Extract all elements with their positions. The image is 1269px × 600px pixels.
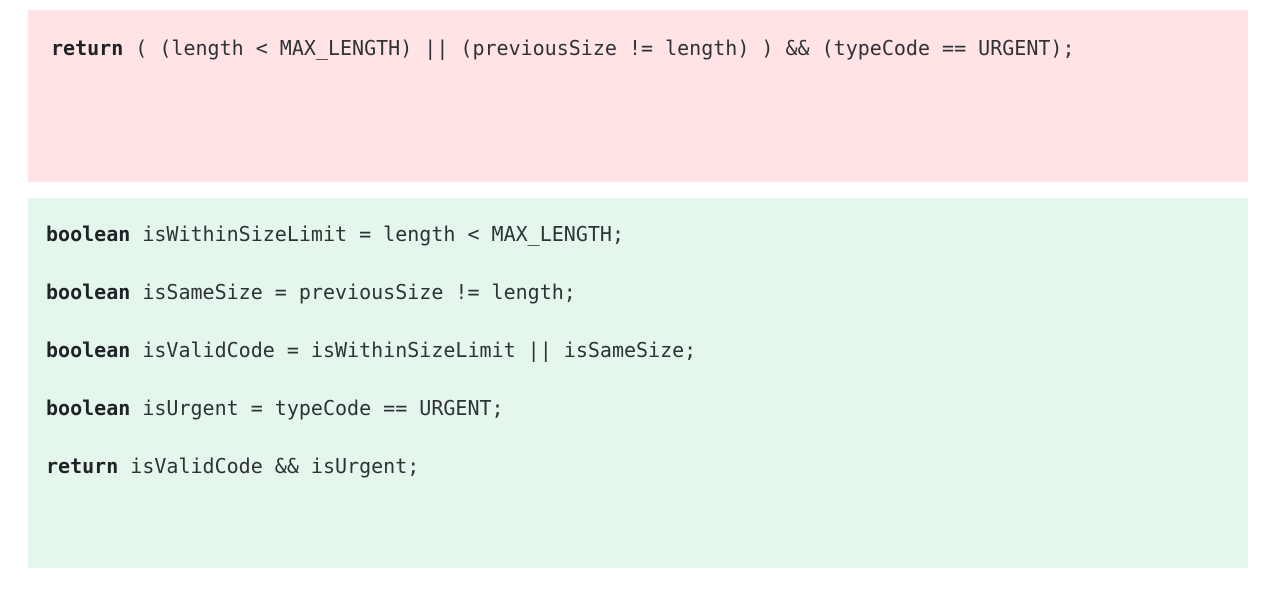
code-keyword: boolean (46, 222, 131, 246)
code-line: boolean isWithinSizeLimit = length < MAX… (46, 220, 1248, 248)
code-keyword: boolean (46, 396, 131, 420)
code-line: return isValidCode && isUrgent; (46, 452, 1248, 480)
code-text: isValidCode && isUrgent; (118, 454, 420, 478)
code-text: isUrgent = typeCode == URGENT; (130, 396, 504, 420)
good-code-example: boolean isWithinSizeLimit = length < MAX… (28, 198, 1248, 568)
code-line: boolean isValidCode = isWithinSizeLimit … (46, 336, 1248, 364)
code-text: isWithinSizeLimit = length < MAX_LENGTH; (130, 222, 624, 246)
code-line: boolean isSameSize = previousSize != len… (46, 278, 1248, 306)
bad-code-example: return ( (length < MAX_LENGTH) || (previ… (28, 10, 1248, 182)
code-line: boolean isUrgent = typeCode == URGENT; (46, 394, 1248, 422)
code-text: isValidCode = isWithinSizeLimit || isSam… (130, 338, 697, 362)
code-keyword: return (51, 36, 124, 60)
code-text: isSameSize = previousSize != length; (130, 280, 576, 304)
code-text: ( (length < MAX_LENGTH) || (previousSize… (123, 36, 1075, 60)
code-keyword: boolean (46, 338, 131, 362)
code-keyword: boolean (46, 280, 131, 304)
code-line: return ( (length < MAX_LENGTH) || (previ… (51, 34, 1248, 62)
code-keyword: return (46, 454, 119, 478)
